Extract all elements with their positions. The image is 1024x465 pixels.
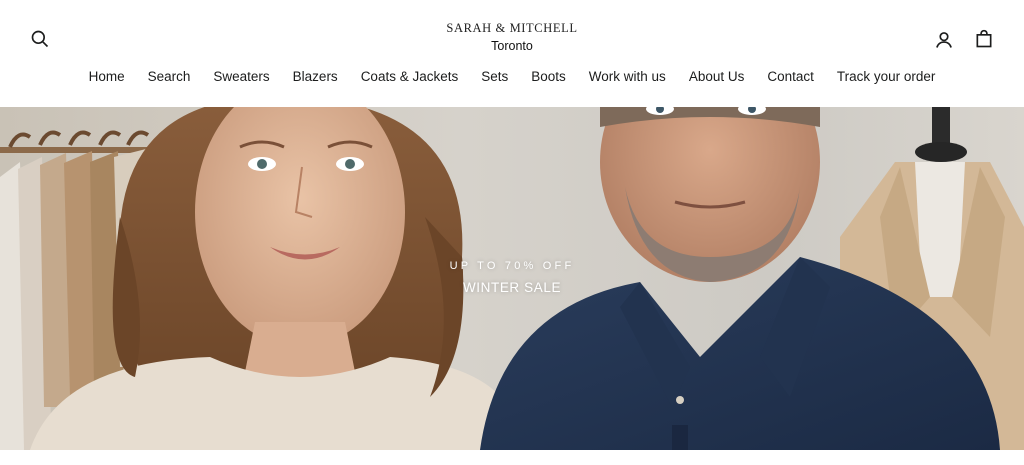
nav-item-search[interactable]: Search xyxy=(136,66,202,88)
cart-icon[interactable] xyxy=(972,27,996,51)
hero-text-block: UP TO 70% OFF WINTER SALE xyxy=(412,257,612,299)
main-navigation: Home Search Sweaters Blazers Coats & Jac… xyxy=(0,66,1024,88)
nav-item-about-us[interactable]: About Us xyxy=(677,66,756,88)
nav-item-coats-jackets[interactable]: Coats & Jackets xyxy=(349,66,470,88)
site-header: SARAH & MITCHELL Toronto Home Search Swe… xyxy=(0,0,1024,107)
hero-title: WINTER SALE xyxy=(462,280,562,295)
account-icon[interactable] xyxy=(932,28,956,52)
nav-item-sets[interactable]: Sets xyxy=(470,66,520,88)
nav-item-home[interactable]: Home xyxy=(77,66,136,88)
logo-text: SARAH & MITCHELL xyxy=(446,21,578,35)
nav-item-blazers[interactable]: Blazers xyxy=(281,66,349,88)
brand-logo[interactable]: SARAH & MITCHELL Toronto xyxy=(412,20,612,55)
nav-item-boots[interactable]: Boots xyxy=(520,66,578,88)
hero-kicker: UP TO 70% OFF xyxy=(449,260,575,272)
location-label: Toronto xyxy=(491,39,533,53)
bottom-strip xyxy=(0,450,1024,465)
nav-item-contact[interactable]: Contact xyxy=(756,66,826,88)
hero-banner[interactable]: UP TO 70% OFF WINTER SALE xyxy=(0,107,1024,450)
search-icon[interactable] xyxy=(28,27,52,51)
nav-item-work-with-us[interactable]: Work with us xyxy=(577,66,677,88)
nav-item-track-order[interactable]: Track your order xyxy=(825,66,947,88)
nav-item-sweaters[interactable]: Sweaters xyxy=(202,66,281,88)
